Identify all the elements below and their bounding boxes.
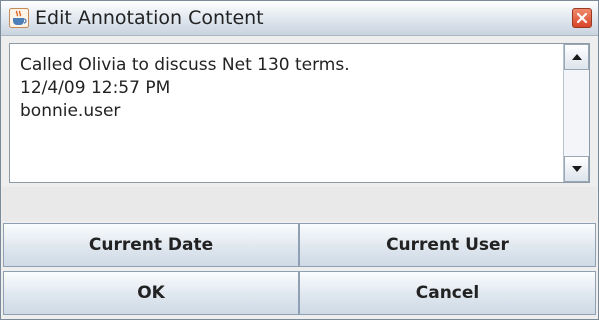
empty-panel [2,187,597,221]
java-coffee-cup-icon [9,8,29,28]
arrow-up-icon [572,54,582,60]
scroll-down-button[interactable] [564,156,589,182]
edit-annotation-dialog: Edit Annotation Content Called Olivia to… [0,0,599,320]
close-icon [576,12,588,24]
cancel-button[interactable]: Cancel [299,271,596,315]
annotation-line: Called Olivia to discuss Net 130 terms. [20,55,350,75]
current-date-button[interactable]: Current Date [3,223,299,267]
annotation-text: Called Olivia to discuss Net 130 terms. … [20,54,550,123]
annotation-text-area[interactable]: Called Olivia to discuss Net 130 terms. … [9,43,590,183]
annotation-line: 12/4/09 12:57 PM [20,78,171,98]
title-bar[interactable]: Edit Annotation Content [1,1,598,36]
dialog-title: Edit Annotation Content [35,7,264,29]
annotation-line: bonnie.user [20,101,121,121]
current-user-button[interactable]: Current User [299,223,596,267]
scroll-up-button[interactable] [564,44,589,70]
ok-button[interactable]: OK [3,271,299,315]
scroll-track[interactable] [564,70,589,156]
close-button[interactable] [572,8,592,28]
arrow-down-icon [572,166,582,172]
vertical-scrollbar[interactable] [563,44,589,182]
